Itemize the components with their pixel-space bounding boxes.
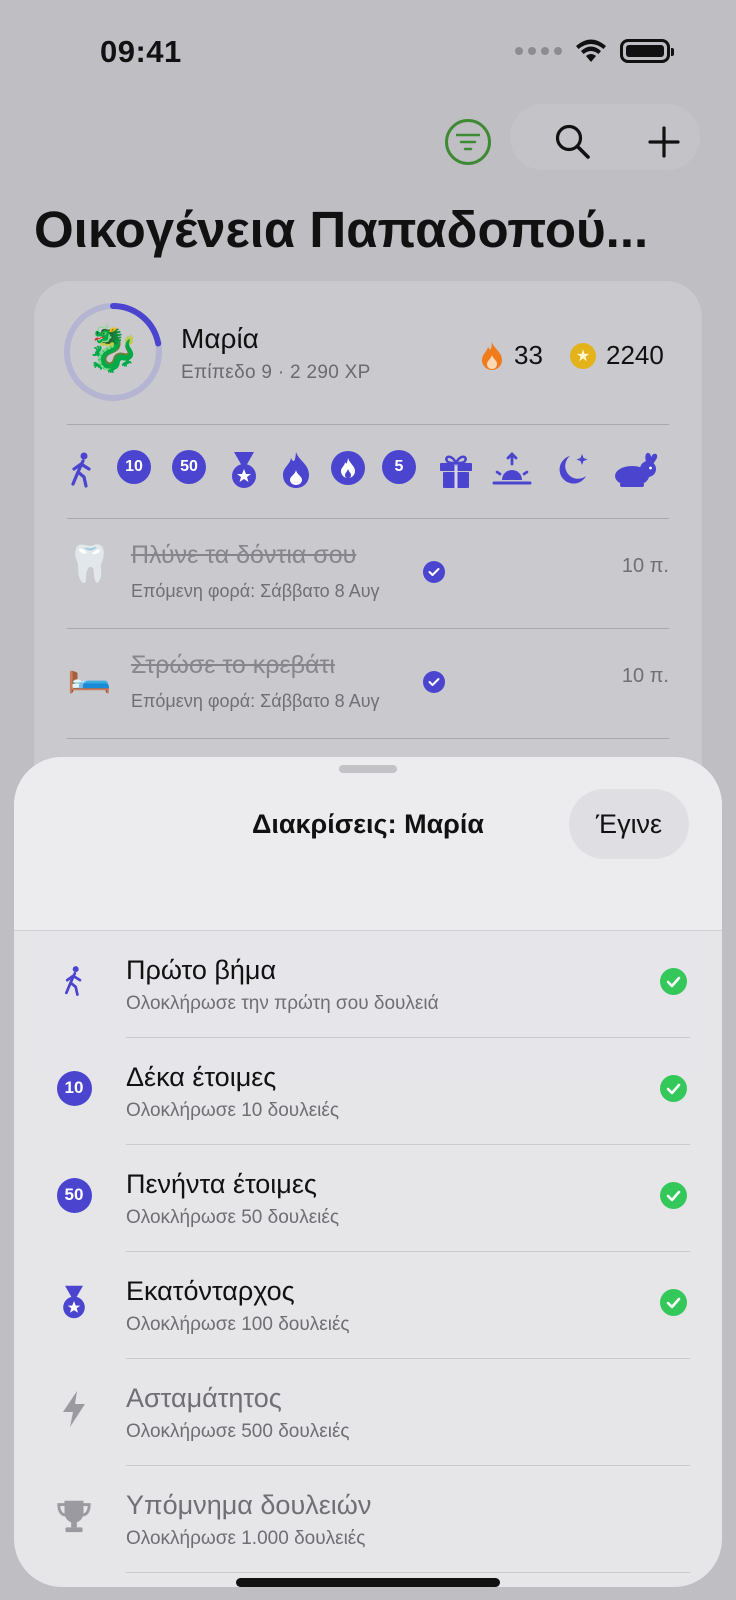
achievement-row[interactable]: Ασταμάτητος Ολοκλήρωσε 500 δουλειές xyxy=(14,1359,722,1466)
gift-icon xyxy=(440,455,472,488)
plus-icon xyxy=(648,126,680,158)
badge-5: 5 xyxy=(382,450,416,484)
status-time: 09:41 xyxy=(100,34,182,69)
achievement-title: Εκατόνταρχος xyxy=(126,1276,295,1306)
earned-check-icon xyxy=(660,1182,687,1209)
divider xyxy=(67,424,669,425)
member-level: Επίπεδο 9 · 2 290 XP xyxy=(181,362,371,383)
divider xyxy=(67,518,669,519)
achievement-row[interactable]: 50 Πενήντα έτοιμες Ολοκλήρωσε 50 δουλειέ… xyxy=(14,1145,722,1252)
filter-icon xyxy=(456,133,480,151)
badge-50: 50 xyxy=(172,450,206,484)
member-name: Μαρία xyxy=(181,323,259,354)
flame-icon xyxy=(482,341,502,370)
done-button[interactable]: Έγινε xyxy=(569,789,689,859)
star-coin-icon: ★ xyxy=(570,342,596,369)
task-emoji: 🦷 xyxy=(67,543,112,584)
search-button[interactable] xyxy=(547,116,599,168)
divider xyxy=(67,738,669,739)
achievement-title: Ασταμάτητος xyxy=(126,1383,282,1413)
achievement-description: Ολοκλήρωσε 10 δουλειές xyxy=(126,1100,340,1121)
walk-icon xyxy=(71,452,91,488)
flame-badge-icon xyxy=(283,452,309,488)
streak-count: 33 xyxy=(514,340,543,370)
sheet-grabber[interactable] xyxy=(339,765,397,773)
streak-stat: 33 xyxy=(480,340,543,371)
task-points: 10 π. xyxy=(621,665,669,687)
status-indicators xyxy=(515,38,674,64)
sunrise-icon xyxy=(492,452,532,485)
trophy-icon xyxy=(54,1496,94,1536)
task-next-time: Επόμενη φορά: Σάββατο 8 Αυγ xyxy=(131,581,380,601)
battery-icon xyxy=(620,39,674,63)
achievement-row[interactable]: Εκατόνταρχος Ολοκλήρωσε 100 δουλειές xyxy=(14,1252,722,1359)
page-title: Οικογένεια Παπαδοπού... xyxy=(34,201,649,258)
task-emoji: 🛏️ xyxy=(67,653,112,694)
task-title: Πλύνε τα δόντια σου xyxy=(131,541,357,569)
wifi-icon xyxy=(576,39,606,62)
task-row[interactable]: 🛏️ Στρώσε το κρεβάτι Επόμενη φορά: Σάββα… xyxy=(67,643,669,733)
task-row[interactable]: 🦷 Πλύνε τα δόντια σου Επόμενη φορά: Σάββ… xyxy=(67,533,669,623)
achievement-title: Υπόμνημα δουλειών xyxy=(126,1490,372,1520)
achievement-description: Ολοκλήρωσε την πρώτη σου δουλειά xyxy=(126,993,439,1014)
completed-check-icon xyxy=(423,561,445,583)
task-title: Στρώσε το κρεβάτι xyxy=(131,651,335,679)
coins-stat: ★ 2240 xyxy=(570,340,664,371)
achievement-description: Ολοκλήρωσε 100 δουλειές xyxy=(126,1314,350,1335)
divider xyxy=(67,628,669,629)
badge-10-icon: 10 xyxy=(54,1068,94,1108)
earned-check-icon xyxy=(660,968,687,995)
sheet-header: Διακρίσεις: Μαρία Έγινε xyxy=(14,757,722,931)
avatar[interactable]: 🐉 xyxy=(84,320,142,380)
completed-check-icon xyxy=(423,671,445,693)
earned-check-icon xyxy=(660,1075,687,1102)
home-indicator[interactable] xyxy=(236,1578,500,1587)
add-button[interactable] xyxy=(638,116,690,168)
achievement-row[interactable]: Πρώτο βήμα Ολοκλήρωσε την πρώτη σου δουλ… xyxy=(14,931,722,1038)
medal-icon xyxy=(232,452,256,488)
achievement-title: Πρώτο βήμα xyxy=(126,955,277,985)
bolt-icon xyxy=(54,1389,94,1429)
badge-50: 50 xyxy=(56,1177,92,1213)
achievements-sheet: Διακρίσεις: Μαρία Έγινε Πρώτο βήμα Ολοκλ… xyxy=(14,757,722,1587)
achievement-description: Ολοκλήρωσε 500 δουλειές xyxy=(126,1421,350,1442)
flame-circle-icon xyxy=(331,451,365,485)
moon-icon xyxy=(559,454,588,484)
earned-check-icon xyxy=(660,1289,687,1316)
badge-strip[interactable]: 10 50 5 xyxy=(62,450,674,496)
cellular-signal-icon xyxy=(515,47,562,55)
badge-10: 10 xyxy=(117,450,151,484)
badge-50-icon: 50 xyxy=(54,1175,94,1215)
task-points: 10 π. xyxy=(621,555,669,577)
row-separator xyxy=(126,1572,690,1573)
walk-icon xyxy=(54,961,94,1001)
coin-count: 2240 xyxy=(606,340,664,370)
search-icon xyxy=(555,124,590,159)
task-next-time: Επόμενη φορά: Σάββατο 8 Αυγ xyxy=(131,691,380,711)
achievement-title: Πενήντα έτοιμες xyxy=(126,1169,317,1199)
achievement-row[interactable]: Υπόμνημα δουλειών Ολοκλήρωσε 1.000 δουλε… xyxy=(14,1466,722,1573)
achievement-row[interactable]: 10 Δέκα έτοιμες Ολοκλήρωσε 10 δουλειές xyxy=(14,1038,722,1145)
rabbit-icon xyxy=(615,452,658,487)
badge-10: 10 xyxy=(56,1070,92,1106)
achievement-description: Ολοκλήρωσε 1.000 δουλειές xyxy=(126,1528,366,1549)
filter-button[interactable] xyxy=(445,119,491,165)
achievement-description: Ολοκλήρωσε 50 δουλειές xyxy=(126,1207,340,1228)
achievement-title: Δέκα έτοιμες xyxy=(126,1062,277,1092)
medal-icon xyxy=(54,1282,94,1322)
